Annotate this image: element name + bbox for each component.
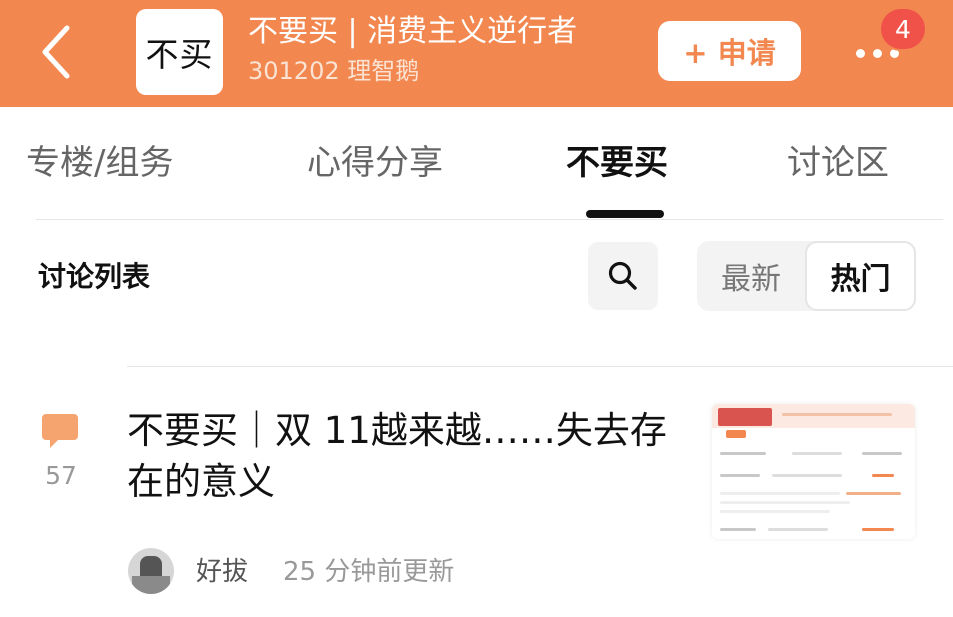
comment-bubble-icon — [42, 414, 78, 448]
app-header: 不买 不要买 | 消费主义逆行者 301202 理智鹅 + 申请 4 — [0, 0, 953, 107]
avatar[interactable] — [128, 548, 174, 594]
tab-taolunqu[interactable]: 讨论区 — [787, 140, 889, 186]
group-logo: 不买 — [136, 9, 223, 95]
sort-latest-button[interactable]: 最新 — [697, 241, 805, 311]
group-subtitle: 301202 理智鹅 — [248, 57, 420, 85]
back-button[interactable] — [28, 22, 84, 82]
tab-xinde[interactable]: 心得分享 — [307, 140, 443, 186]
divider — [36, 219, 943, 220]
search-icon — [608, 261, 637, 290]
post-title[interactable]: 不要买｜双 11越来越……失去存在的意义 — [127, 405, 697, 507]
notification-badge: 4 — [879, 7, 927, 51]
chevron-left-icon — [42, 25, 70, 79]
list-item[interactable]: 57 不要买｜双 11越来越……失去存在的意义 好拔 25 分钟前更新 — [0, 367, 953, 617]
active-tab-indicator — [586, 210, 664, 218]
sort-hot-button[interactable]: 热门 — [805, 241, 916, 311]
sort-toggle: 最新 热门 — [697, 241, 916, 311]
search-button[interactable] — [588, 242, 658, 310]
post-updated-time: 25 分钟前更新 — [283, 557, 455, 587]
tab-buyaomai[interactable]: 不要买 — [566, 140, 668, 186]
comment-count: 57 — [45, 461, 77, 490]
post-author[interactable]: 好拔 — [196, 555, 248, 589]
group-title: 不要买 | 消费主义逆行者 — [248, 14, 578, 49]
list-title: 讨论列表 — [38, 260, 151, 293]
post-thumbnail[interactable] — [712, 404, 915, 539]
apply-button[interactable]: + 申请 — [658, 21, 801, 81]
tab-zhuanlou[interactable]: 专楼/组务 — [26, 140, 173, 186]
